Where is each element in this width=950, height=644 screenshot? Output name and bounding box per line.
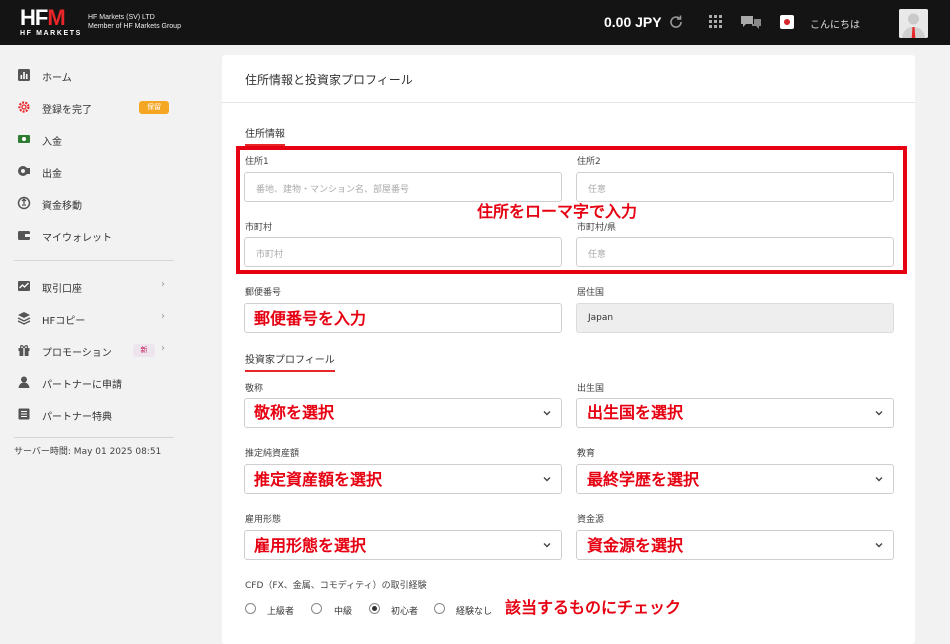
refresh-icon[interactable] bbox=[668, 14, 684, 30]
annotation-title: 敬称を選択 bbox=[254, 403, 335, 422]
sidebar-item-label: 資金移動 bbox=[42, 201, 82, 212]
sidebar-item-label: 出金 bbox=[42, 169, 62, 180]
annotation-education: 最終学歴を選択 bbox=[587, 470, 700, 489]
logo-text: HFM bbox=[20, 5, 66, 30]
list-icon bbox=[18, 408, 30, 420]
cfd-option-intermediate-radio[interactable] bbox=[311, 603, 322, 614]
transfer-icon bbox=[17, 196, 31, 210]
funds-source-label: 資金源 bbox=[577, 515, 605, 525]
sidebar-item-deposit[interactable]: 入金 bbox=[0, 124, 188, 154]
page-title: 住所情報と投資家プロフィール bbox=[245, 73, 413, 87]
sidebar-item-label: HFコピー bbox=[42, 316, 86, 327]
greeting-text: こんにちは bbox=[810, 20, 860, 31]
cfd-option-advanced-radio[interactable] bbox=[245, 603, 256, 614]
annotation-employment: 雇用形態を選択 bbox=[254, 536, 367, 555]
server-time: サーバー時間: May 01 2025 08:51 bbox=[14, 447, 162, 457]
chart-icon bbox=[18, 69, 30, 81]
net-worth-label: 推定純資産額 bbox=[245, 449, 300, 459]
sidebar-item-label: パートナー特典 bbox=[42, 412, 112, 423]
gift-icon bbox=[18, 345, 30, 356]
chevron-down-icon bbox=[875, 543, 883, 548]
annotation-postal: 郵便番号を入力 bbox=[254, 309, 367, 328]
sidebar-item-label: 入金 bbox=[42, 137, 62, 148]
sidebar-item-wallet[interactable]: マイウォレット bbox=[0, 220, 188, 250]
country-field: Japan bbox=[576, 303, 894, 333]
sidebar-item-label: マイウォレット bbox=[42, 233, 112, 244]
sidebar-item-label: パートナーに申請 bbox=[42, 380, 122, 391]
sidebar-item-label: ホーム bbox=[42, 73, 72, 84]
sidebar-item-label: 取引口座 bbox=[42, 284, 82, 295]
country-value: Japan bbox=[588, 313, 614, 323]
annotation-funds-source: 資金源を選択 bbox=[587, 536, 684, 555]
sidebar-item-hf-copy[interactable]: HFコピー › bbox=[0, 303, 188, 333]
annotation-birth-country: 出生国を選択 bbox=[587, 403, 684, 422]
cfd-experience-label: CFD（FX、金属、コモディティ）の取引経験 bbox=[245, 581, 427, 591]
sidebar-item-withdraw[interactable]: 出金 bbox=[0, 156, 188, 186]
title-divider bbox=[222, 102, 915, 103]
sidebar-item-home[interactable]: ホーム bbox=[0, 60, 188, 90]
withdraw-icon bbox=[18, 166, 30, 176]
trading-account-icon bbox=[18, 281, 30, 291]
cfd-option-beginner-radio[interactable] bbox=[369, 603, 380, 614]
account-balance: 0.00 JPY bbox=[604, 14, 662, 30]
cfd-option-label: 初心者 bbox=[391, 607, 419, 617]
birth-country-label: 出生国 bbox=[577, 384, 605, 394]
user-avatar[interactable] bbox=[899, 9, 928, 38]
sidebar: ホーム 登録を完了 保留 入金 出金 資金移動 マイウォレット 取引口座 › H… bbox=[0, 45, 188, 644]
chat-icon[interactable] bbox=[740, 14, 762, 30]
cfd-option-none-radio[interactable] bbox=[434, 603, 445, 614]
annotation-net-worth: 推定資産額を選択 bbox=[254, 470, 383, 489]
chevron-down-icon bbox=[875, 477, 883, 482]
country-label: 居住国 bbox=[577, 288, 605, 298]
sidebar-item-label: 登録を完了 bbox=[42, 105, 92, 116]
chevron-down-icon bbox=[875, 411, 883, 416]
logo-subtext: HF MARKETS bbox=[20, 30, 82, 37]
company-name: HF Markets (SV) LTD bbox=[88, 14, 155, 21]
sidebar-item-partner-benefits[interactable]: パートナー特典 bbox=[0, 399, 188, 429]
company-group: Member of HF Markets Group bbox=[88, 23, 181, 30]
sidebar-item-transfer[interactable]: 資金移動 bbox=[0, 188, 188, 218]
new-badge: 新 bbox=[133, 344, 155, 357]
employment-label: 雇用形態 bbox=[245, 515, 282, 525]
person-icon bbox=[18, 376, 30, 388]
section-title-address: 住所情報 bbox=[245, 125, 285, 146]
gear-icon bbox=[18, 101, 30, 113]
annotation-address: 住所をローマ字で入力 bbox=[477, 202, 638, 221]
sidebar-divider bbox=[14, 260, 174, 261]
layers-icon bbox=[17, 312, 31, 325]
title-label: 敬称 bbox=[245, 384, 264, 394]
sidebar-item-label: プロモーション bbox=[42, 348, 112, 359]
chevron-down-icon bbox=[543, 411, 551, 416]
deposit-icon bbox=[18, 135, 30, 143]
chevron-right-icon: › bbox=[161, 343, 165, 354]
section-title-investor-profile: 投資家プロフィール bbox=[245, 351, 335, 372]
company-info: HF Markets (SV) LTD Member of HF Markets… bbox=[88, 13, 181, 31]
sidebar-item-trading-accounts[interactable]: 取引口座 › bbox=[0, 271, 188, 301]
sidebar-item-promotions[interactable]: プロモーション 新 › bbox=[0, 335, 188, 365]
chevron-right-icon: › bbox=[161, 311, 165, 322]
sidebar-divider bbox=[14, 437, 174, 438]
chevron-down-icon bbox=[543, 543, 551, 548]
cfd-option-label: 上級者 bbox=[267, 607, 295, 617]
apps-grid-icon[interactable] bbox=[709, 15, 722, 28]
wallet-icon bbox=[18, 231, 30, 240]
chevron-down-icon bbox=[543, 477, 551, 482]
postal-label: 郵便番号 bbox=[245, 288, 282, 298]
chevron-right-icon: › bbox=[161, 279, 165, 290]
top-bar: HFM HF MARKETS HF Markets (SV) LTD Membe… bbox=[0, 0, 950, 45]
sidebar-item-complete-registration[interactable]: 登録を完了 保留 bbox=[0, 92, 188, 122]
annotation-cfd: 該当するものにチェック bbox=[505, 598, 682, 617]
japan-flag-icon[interactable] bbox=[780, 15, 794, 29]
cfd-option-label: 経験なし bbox=[456, 607, 493, 617]
education-label: 教育 bbox=[577, 449, 596, 459]
cfd-option-label: 中級 bbox=[334, 607, 353, 617]
hfm-logo[interactable]: HFM HF MARKETS bbox=[20, 7, 84, 39]
pending-badge: 保留 bbox=[139, 101, 169, 114]
sidebar-item-partner-apply[interactable]: パートナーに申請 bbox=[0, 367, 188, 397]
